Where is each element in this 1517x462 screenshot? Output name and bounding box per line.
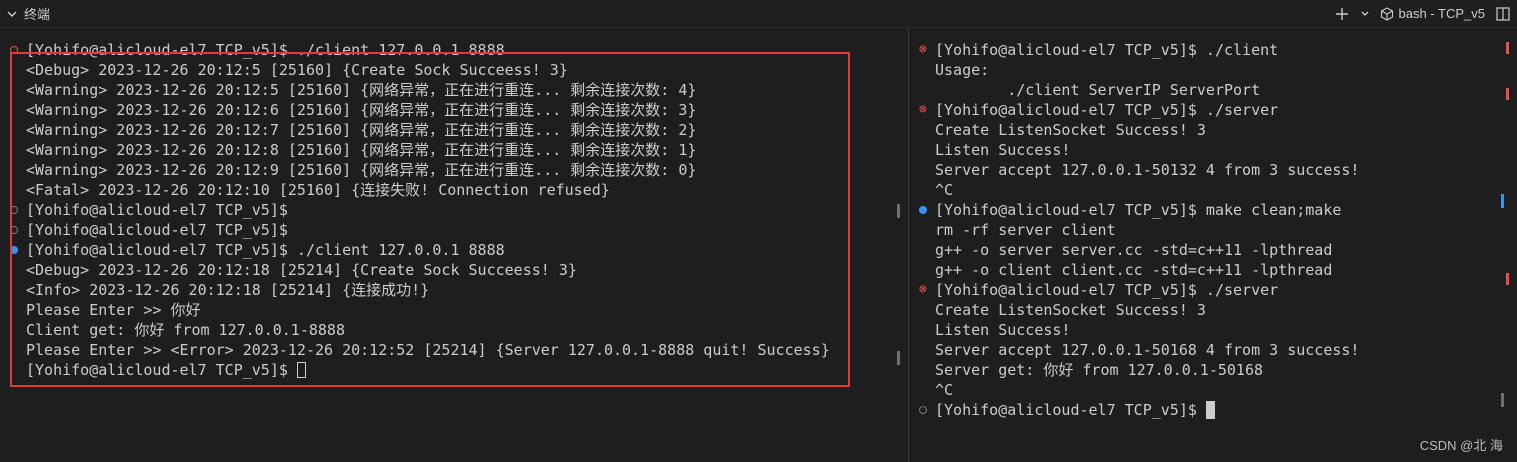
terminal-cursor: [1205, 401, 1215, 419]
terminal-line: Create ListenSocket Success! 3: [935, 301, 1206, 319]
terminal-line: Listen Success!: [935, 141, 1071, 159]
terminal-pane-right[interactable]: ⊗ [Yohifo@alicloud-el7 TCP_v5]$ ./client…: [909, 28, 1517, 462]
terminal-line: Server accept 127.0.0.1-50132 4 from 3 s…: [935, 161, 1360, 179]
command-error-icon[interactable]: ⊗: [919, 40, 927, 60]
chevron-down-icon[interactable]: [1360, 9, 1370, 19]
command-error-icon[interactable]: ⊗: [919, 100, 927, 120]
panel-title[interactable]: 终端: [24, 4, 50, 23]
command-error-icon[interactable]: ⊗: [919, 280, 927, 300]
chevron-down-icon[interactable]: [6, 8, 18, 20]
command-success-icon[interactable]: [919, 206, 927, 214]
terminal-line: rm -rf server client: [935, 221, 1116, 239]
terminal-line: ^C: [935, 381, 954, 399]
cube-icon: [1380, 6, 1393, 21]
shell-label: bash - TCP_v5: [1398, 6, 1485, 21]
terminal-prompt-line: [Yohifo@alicloud-el7 TCP_v5]$: [935, 400, 1215, 420]
terminal-line: [Yohifo@alicloud-el7 TCP_v5]$ ./server: [935, 101, 1279, 119]
scrollbar-marker: [897, 351, 900, 365]
terminal-line: ./client ServerIP ServerPort: [935, 81, 1261, 99]
terminal-line: g++ -o server server.cc -std=c++11 -lpth…: [935, 241, 1333, 259]
scrollbar-marker: [1501, 194, 1504, 208]
scrollbar-marker: [1506, 88, 1509, 100]
terminal-shell-tab[interactable]: bash - TCP_v5: [1380, 6, 1485, 21]
terminal-line: Server get: 你好 from 127.0.0.1-50168: [935, 361, 1264, 379]
watermark-text: CSDN @北 海: [1419, 438, 1503, 453]
terminal-line: ^C: [935, 181, 954, 199]
terminal-panel-header: 终端 bash - TCP_v5: [0, 0, 1517, 28]
split-terminal-icon[interactable]: [1495, 6, 1511, 22]
terminal-line: Server accept 127.0.0.1-50168 4 from 3 s…: [935, 341, 1360, 359]
terminal-line: Create ListenSocket Success! 3: [935, 121, 1206, 139]
terminal-line: g++ -o client client.cc -std=c++11 -lpth…: [935, 261, 1333, 279]
terminal-line: [Yohifo@alicloud-el7 TCP_v5]$ make clean…: [935, 201, 1342, 219]
terminal-line: Listen Success!: [935, 321, 1071, 339]
command-marker-icon[interactable]: [919, 406, 927, 414]
scrollbar-marker: [897, 204, 900, 218]
terminal-line: [Yohifo@alicloud-el7 TCP_v5]$ ./client: [935, 41, 1279, 59]
prompt-text: [Yohifo@alicloud-el7 TCP_v5]$: [935, 401, 1206, 419]
terminal-line: [Yohifo@alicloud-el7 TCP_v5]$ ./server: [935, 281, 1279, 299]
scrollbar-marker: [1506, 273, 1509, 285]
add-terminal-icon[interactable]: [1334, 6, 1350, 22]
terminal-line: Usage:: [935, 61, 990, 79]
scrollbar-marker: [1501, 393, 1504, 407]
scrollbar-marker: [1506, 42, 1509, 54]
highlight-annotation-box: [10, 52, 850, 387]
